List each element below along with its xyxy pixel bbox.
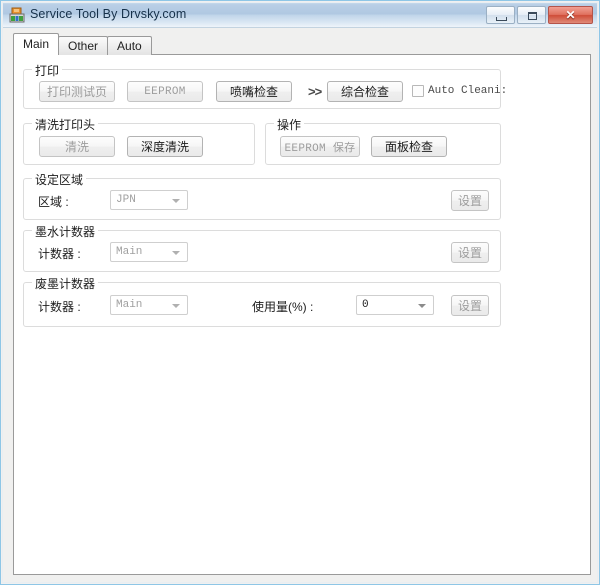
minimize-icon <box>496 17 507 21</box>
ink-counter-combo[interactable]: Main <box>110 242 188 262</box>
tab-page-main: 打印 打印测试页 EEPROM 喷嘴检查 >> 综合检查 Auto Cleani… <box>13 54 591 575</box>
maximize-button[interactable] <box>517 6 546 24</box>
window-inner-frame: Service Tool By Drvsky.com ✕ Main Other … <box>2 2 598 583</box>
chevron-double-right-icon: >> <box>308 84 322 99</box>
waste-counter-combo-value: Main <box>116 299 143 311</box>
region-field-label: 区域 : <box>38 195 69 209</box>
ink-counter-field-label: 计数器 : <box>38 247 81 261</box>
deep-clean-button[interactable]: 深度清洗 <box>127 136 203 157</box>
group-region-setting: 设定区域 区域 : JPN 设置 <box>23 171 501 220</box>
maximize-icon <box>528 12 537 20</box>
app-printer-icon <box>9 7 25 23</box>
print-test-page-button[interactable]: 打印测试页 <box>39 81 115 102</box>
region-combo-value: JPN <box>116 194 136 206</box>
group-operation-title: 操作 <box>274 116 305 133</box>
waste-counter-set-button[interactable]: 设置 <box>451 295 489 316</box>
waste-counter-combo[interactable]: Main <box>110 295 188 315</box>
application-window: Service Tool By Drvsky.com ✕ Main Other … <box>0 0 600 585</box>
chevron-down-icon <box>172 199 180 203</box>
tab-main[interactable]: Main <box>13 33 60 55</box>
chevron-down-icon <box>172 304 180 308</box>
region-set-button[interactable]: 设置 <box>451 190 489 211</box>
group-ink-counter: 墨水计数器 计数器 : Main 设置 <box>23 223 501 272</box>
ink-counter-set-button[interactable]: 设置 <box>451 242 489 263</box>
tab-other[interactable]: Other <box>58 36 109 55</box>
chevron-down-icon <box>172 251 180 255</box>
close-icon: ✕ <box>565 8 576 22</box>
minimize-button[interactable] <box>486 6 515 24</box>
group-waste-counter-title: 废墨计数器 <box>32 275 99 292</box>
title-bar: Service Tool By Drvsky.com ✕ <box>3 3 597 28</box>
group-region-title: 设定区域 <box>32 171 87 188</box>
window-title: Service Tool By Drvsky.com <box>30 7 187 21</box>
ink-counter-combo-value: Main <box>116 246 143 258</box>
waste-usage-combo[interactable]: 0 <box>356 295 434 315</box>
waste-counter-field-label: 计数器 : <box>38 300 81 314</box>
group-ink-counter-title: 墨水计数器 <box>32 223 99 240</box>
comprehensive-check-button[interactable]: 综合检查 <box>327 81 403 102</box>
clean-button[interactable]: 清洗 <box>39 136 115 157</box>
group-clean-printhead-title: 清洗打印头 <box>32 116 99 133</box>
tab-auto[interactable]: Auto <box>107 36 152 55</box>
waste-usage-combo-value: 0 <box>362 299 369 311</box>
window-controls: ✕ <box>486 6 593 24</box>
region-combo[interactable]: JPN <box>110 190 188 210</box>
nozzle-check-button[interactable]: 喷嘴检查 <box>216 81 292 102</box>
print-eeprom-button[interactable]: EEPROM <box>127 81 203 102</box>
panel-check-button[interactable]: 面板检查 <box>371 136 447 157</box>
auto-cleaning-checkbox[interactable] <box>412 85 424 97</box>
group-waste-counter: 废墨计数器 计数器 : Main 使用量(%) : 0 设置 <box>23 275 501 327</box>
group-print-title: 打印 <box>32 62 63 79</box>
tab-strip: Main Other Auto <box>13 33 152 55</box>
eeprom-save-button[interactable]: EEPROM 保存 <box>280 136 360 157</box>
close-button[interactable]: ✕ <box>548 6 593 24</box>
chevron-down-icon <box>418 304 426 308</box>
group-operation: 操作 EEPROM 保存 面板检查 <box>265 116 501 165</box>
group-clean-printhead: 清洗打印头 清洗 深度清洗 <box>23 116 255 165</box>
auto-cleaning-label: Auto Cleani: <box>428 85 508 97</box>
group-print: 打印 打印测试页 EEPROM 喷嘴检查 >> 综合检查 Auto Cleani… <box>23 62 507 109</box>
auto-cleaning-checkbox-row[interactable]: Auto Cleani: <box>412 85 507 97</box>
waste-usage-label: 使用量(%) : <box>252 300 314 314</box>
